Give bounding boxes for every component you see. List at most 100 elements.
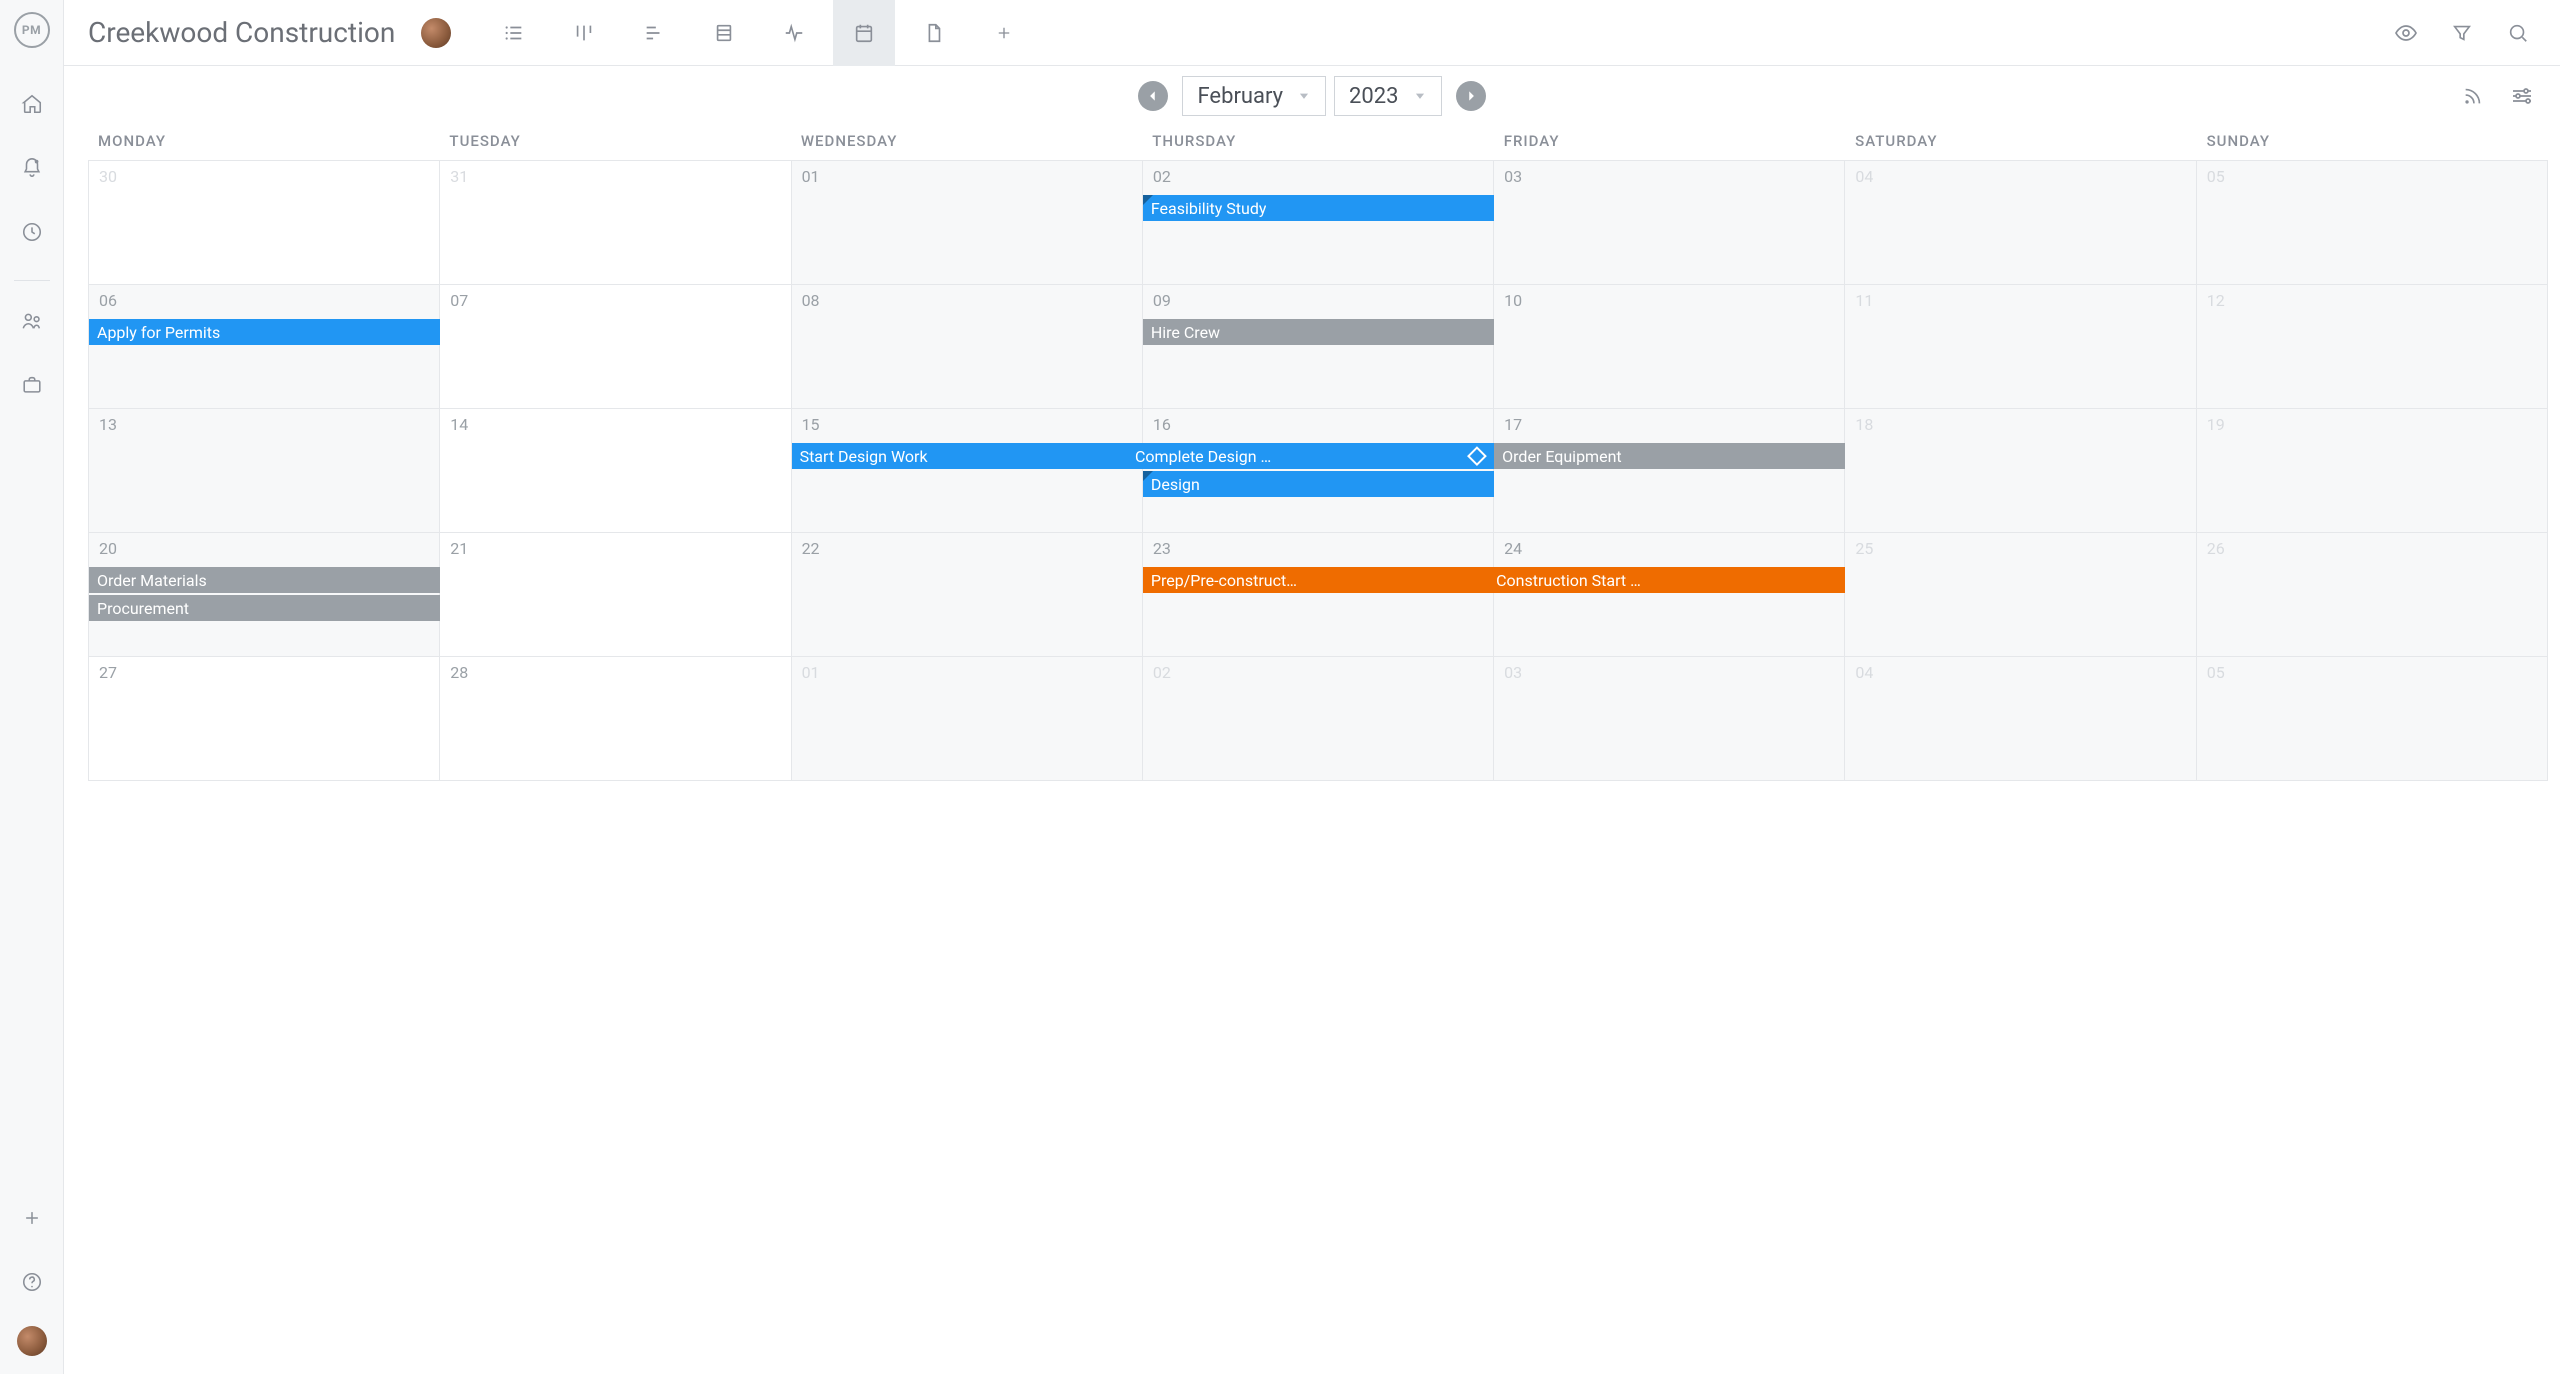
calendar-day[interactable]: 24 [1494,533,1845,657]
event-label: Feasibility Study [1151,199,1267,218]
event-label: Complete Design … [1135,447,1466,466]
day-number: 23 [1153,539,1171,558]
add-icon[interactable] [12,1198,52,1238]
team-icon[interactable] [12,301,52,341]
calendar-day[interactable]: 27 [89,657,440,781]
event-label: Hire Crew [1151,323,1220,342]
day-number: 26 [2207,539,2225,558]
bell-icon[interactable] [12,148,52,188]
recent-icon[interactable] [12,212,52,252]
search-icon[interactable] [2494,0,2542,66]
day-header: TUESDAY [439,126,790,160]
calendar-day[interactable]: 02 [1143,161,1494,285]
day-number: 03 [1504,663,1522,682]
calendar-day[interactable]: 09 [1143,285,1494,409]
event-notch [1143,471,1153,481]
calendar-day[interactable]: 25 [1845,533,2196,657]
calendar-day[interactable]: 02 [1143,657,1494,781]
left-rail: PM [0,0,64,1374]
day-number: 04 [1855,167,1873,186]
calendar-day[interactable]: 03 [1494,161,1845,285]
day-number: 01 [802,167,820,186]
visibility-icon[interactable] [2382,0,2430,66]
settings-sliders-icon[interactable] [2504,78,2540,114]
event-label: Order Equipment [1502,447,1622,466]
calendar-day[interactable]: 03 [1494,657,1845,781]
calendar-day[interactable]: 07 [440,285,791,409]
event-hire-crew[interactable]: Hire Crew [1143,319,1494,345]
event-feasibility[interactable]: Feasibility Study [1143,195,1494,221]
day-number: 05 [2207,663,2225,682]
calendar-day[interactable]: 10 [1494,285,1845,409]
calendar-day[interactable]: 01 [792,161,1143,285]
project-member-avatar[interactable] [421,18,451,48]
view-calendar-icon[interactable] [833,0,895,66]
month-select-label: February [1197,84,1283,109]
day-header: WEDNESDAY [791,126,1142,160]
calendar-day[interactable]: 21 [440,533,791,657]
day-number: 08 [802,291,820,310]
calendar-day[interactable]: 04 [1845,657,2196,781]
calendar-day[interactable]: 28 [440,657,791,781]
calendar-day[interactable]: 06 [89,285,440,409]
day-number: 19 [2207,415,2225,434]
view-files-icon[interactable] [903,0,965,66]
calendar-day[interactable]: 04 [1845,161,2196,285]
view-board-icon[interactable] [553,0,615,66]
calendar-day[interactable]: 22 [792,533,1143,657]
day-number: 02 [1153,663,1171,682]
calendar-day[interactable]: 08 [792,285,1143,409]
calendar-day[interactable]: 19 [2197,409,2548,533]
calendar-day[interactable]: 12 [2197,285,2548,409]
year-select-label: 2023 [1349,84,1398,109]
view-gantt-icon[interactable] [623,0,685,66]
event-label: Construction Start … [1496,571,1837,590]
day-header: SUNDAY [2197,126,2548,160]
add-view-icon[interactable] [973,0,1035,66]
day-number: 14 [450,415,468,434]
calendar-day[interactable]: 30 [89,161,440,285]
calendar-day[interactable]: 14 [440,409,791,533]
calendar-day[interactable]: 01 [792,657,1143,781]
calendar-day[interactable]: 23 [1143,533,1494,657]
event-construction-span[interactable]: Prep/Pre-construct…Construction Start … [1143,567,1846,593]
calendar-day[interactable]: 11 [1845,285,2196,409]
help-icon[interactable] [12,1262,52,1302]
calendar-day[interactable]: 26 [2197,533,2548,657]
event-label: Design [1151,475,1200,494]
prev-month-button[interactable] [1138,81,1168,111]
event-apply-permits[interactable]: Apply for Permits [89,319,440,345]
next-month-button[interactable] [1456,81,1486,111]
event-order-equipment[interactable]: Order Equipment [1494,443,1845,469]
chevron-down-icon [1297,89,1311,103]
calendar-day[interactable]: 18 [1845,409,2196,533]
calendar-day[interactable]: 05 [2197,161,2548,285]
home-icon[interactable] [12,84,52,124]
event-order-materials[interactable]: Order Materials [89,567,440,593]
rss-feed-icon[interactable] [2456,79,2490,113]
event-design-phase[interactable]: Design [1143,471,1494,497]
calendar-day[interactable]: 05 [2197,657,2548,781]
day-number: 18 [1855,415,1873,434]
event-procurement[interactable]: Procurement [89,595,440,621]
day-number: 13 [99,415,117,434]
view-list-icon[interactable] [483,0,545,66]
day-header: FRIDAY [1494,126,1845,160]
day-number: 15 [802,415,820,434]
top-bar: Creekwood Construction [64,0,2560,66]
calendar-day[interactable]: 13 [89,409,440,533]
calendar-day[interactable]: 15 [792,409,1143,533]
briefcase-icon[interactable] [12,365,52,405]
event-label: Apply for Permits [97,323,220,342]
day-number: 02 [1153,167,1171,186]
calendar-day[interactable]: 17 [1494,409,1845,533]
view-sheet-icon[interactable] [693,0,755,66]
calendar-day[interactable]: 31 [440,161,791,285]
event-design-span[interactable]: Start Design WorkComplete Design … [792,443,1495,469]
current-user-avatar[interactable] [17,1326,47,1356]
filter-icon[interactable] [2438,0,2486,66]
month-select[interactable]: February [1182,76,1326,116]
brand-logo[interactable]: PM [14,12,50,48]
year-select[interactable]: 2023 [1334,76,1441,116]
view-activity-icon[interactable] [763,0,825,66]
